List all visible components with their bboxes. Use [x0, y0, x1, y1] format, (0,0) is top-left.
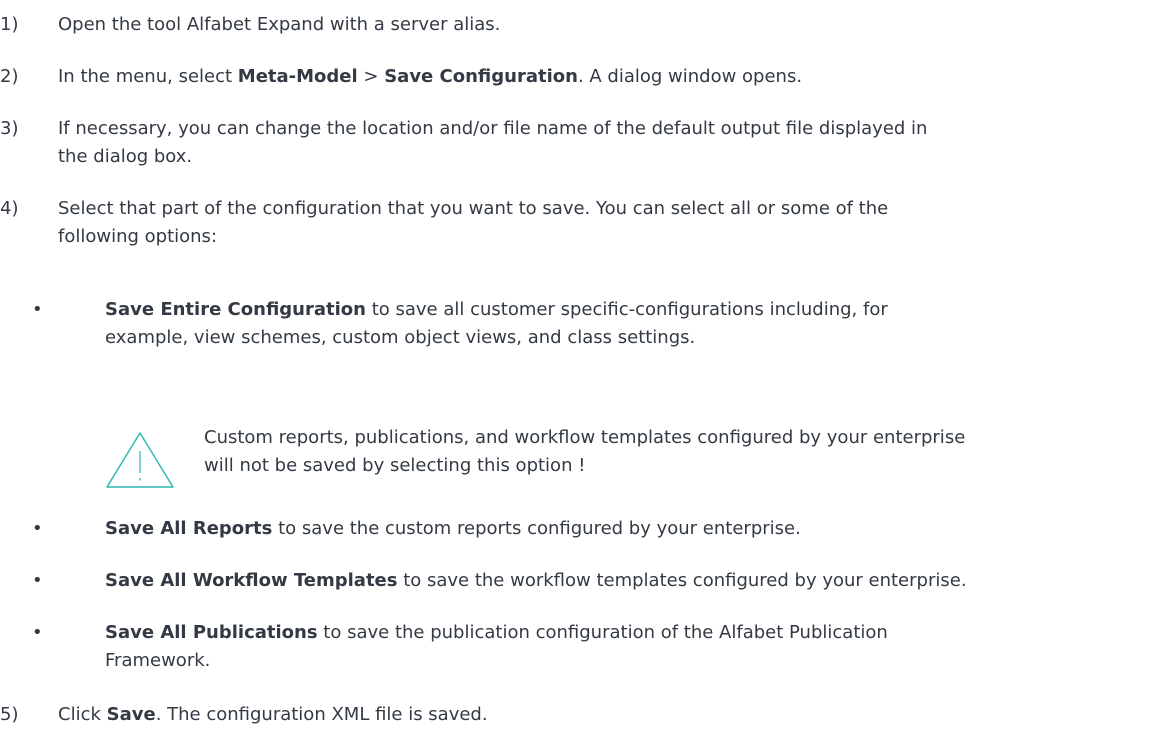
- step-text-line: the dialog box.: [58, 146, 193, 167]
- option-name: Save All Workflow Templates: [105, 570, 398, 591]
- step-text: In the menu, select Meta-Model > Save Co…: [58, 63, 1144, 91]
- step-number: 5): [0, 704, 19, 725]
- instruction-page: 1) Open the tool Alfabet Expand with a s…: [0, 0, 1152, 731]
- bullet-icon: •: [32, 299, 43, 320]
- option-description: example, view schemes, custom object vie…: [105, 327, 696, 348]
- step-text-line: following options:: [58, 226, 218, 247]
- bullet-icon: •: [32, 518, 43, 539]
- note-text: Custom reports, publications, and workfl…: [204, 424, 1150, 480]
- step-text-line: Select that part of the configuration th…: [58, 198, 889, 219]
- step-text: Open the tool Alfabet Expand with a serv…: [58, 14, 501, 35]
- step-text-part: In the menu, select: [58, 66, 238, 87]
- save-button-label: Save: [106, 704, 156, 725]
- option-description: to save the workflow templates configure…: [397, 570, 967, 591]
- step-number: 2): [0, 66, 19, 87]
- step-text-part: Click: [58, 704, 107, 725]
- menu-item-meta-model: Meta-Model: [237, 66, 358, 87]
- step-text-part: . The configuration XML file is saved.: [155, 704, 488, 725]
- warning-triangle-icon: [106, 432, 174, 488]
- option-text: Save All Publications to save the public…: [105, 619, 1150, 675]
- bullet-icon: •: [32, 622, 43, 643]
- step-text: Select that part of the configuration th…: [58, 195, 1144, 251]
- option-text: Save All Reports to save the custom repo…: [105, 515, 1150, 543]
- step-number: 1): [0, 14, 19, 35]
- note-line: will not be saved by selecting this opti…: [204, 455, 586, 476]
- menu-separator: >: [357, 66, 385, 87]
- option-name: Save Entire Configuration: [105, 299, 366, 320]
- option-description: to save the custom reports configured by…: [272, 518, 801, 539]
- menu-item-save-configuration: Save Configuration: [384, 66, 578, 87]
- option-description: to save the publication configuration of…: [317, 622, 888, 643]
- step-text: Click Save. The configuration XML file i…: [58, 701, 1144, 729]
- step-number: 3): [0, 118, 19, 139]
- option-name: Save All Publications: [105, 622, 318, 643]
- option-description: to save all customer specific-configurat…: [365, 299, 888, 320]
- step-text: If necessary, you can change the locatio…: [58, 115, 1144, 171]
- option-name: Save All Reports: [105, 518, 273, 539]
- option-text: Save All Workflow Templates to save the …: [105, 567, 1150, 595]
- option-text: Save Entire Configuration to save all cu…: [105, 296, 1150, 352]
- step-text-line: If necessary, you can change the locatio…: [58, 118, 928, 139]
- option-description: Framework.: [105, 650, 211, 671]
- warning-note: Custom reports, publications, and workfl…: [105, 424, 1150, 488]
- step-number: 4): [0, 198, 19, 219]
- note-line: Custom reports, publications, and workfl…: [204, 427, 966, 448]
- step-text-part: . A dialog window opens.: [577, 66, 803, 87]
- bullet-icon: •: [32, 570, 43, 591]
